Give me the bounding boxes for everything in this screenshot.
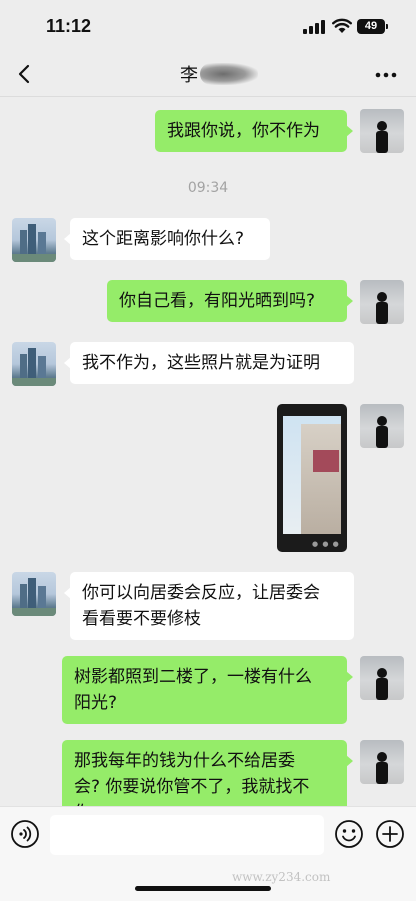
avatar-self[interactable] (360, 109, 404, 153)
buildings-image (12, 224, 56, 262)
avatar-contact[interactable] (12, 572, 56, 616)
contact-name: 李 (180, 65, 198, 86)
message-text-line: 那我每年的钱为什么不给居委 (74, 751, 295, 771)
battery-icon: 49 (357, 19, 388, 34)
photo-building (301, 424, 341, 534)
message-text: 我跟你说，你不作为 (167, 121, 320, 141)
blurred-name (200, 63, 258, 85)
status-bar: 11:12 49 (0, 0, 416, 52)
person-silhouette (376, 121, 388, 153)
chevron-left-icon[interactable] (14, 62, 36, 86)
emoji-icon[interactable] (334, 819, 364, 849)
message-bubble-self[interactable]: 我跟你说，你不作为 (155, 110, 353, 152)
voice-icon[interactable] (10, 819, 40, 849)
more-dots-icon[interactable] (375, 72, 397, 78)
message-text: 你自己看，有阳光晒到吗? (119, 291, 316, 311)
avatar-self[interactable] (360, 280, 404, 324)
person-silhouette (376, 668, 388, 700)
photo-clothes (313, 450, 339, 472)
status-time: 11:12 (46, 16, 92, 36)
chat-title: 李 (180, 62, 258, 86)
watermark: www.zy234.com (232, 870, 331, 884)
message-text-line: 树影都照到二楼了，一楼有什么 (74, 667, 312, 687)
message-bubble-contact[interactable]: 我不作为，这些照片就是为证明 (64, 342, 354, 384)
message-input[interactable] (50, 815, 324, 855)
message-text-line: 会? 你要说你管不了，我就找不 (74, 777, 310, 797)
message-text-line: 阳光? (74, 693, 118, 713)
person-silhouette (376, 752, 388, 784)
message-text: 我不作为，这些照片就是为证明 (82, 353, 320, 373)
cellular-signal-icon (303, 20, 325, 34)
message-text: 这个距离影响你什么? (82, 229, 245, 249)
buildings-image (12, 578, 56, 616)
home-indicator[interactable] (135, 886, 271, 891)
avatar-self[interactable] (360, 656, 404, 700)
message-text-line: 你可以向居委会反应，让居委会 (82, 583, 320, 603)
person-silhouette (376, 416, 388, 448)
message-bubble-contact[interactable]: 你可以向居委会反应，让居委会 看看要不要修枝 (64, 572, 354, 640)
chat-header: 李 (0, 52, 416, 97)
photo-message[interactable]: ● ● ● (277, 404, 347, 552)
avatar-contact[interactable] (12, 218, 56, 262)
avatar-self[interactable] (360, 404, 404, 448)
message-bubble-self[interactable]: 树影都照到二楼了，一楼有什么 阳光? (62, 656, 353, 724)
message-bubble-self[interactable]: 你自己看，有阳光晒到吗? (107, 280, 353, 322)
person-silhouette (376, 292, 388, 324)
wifi-icon (332, 18, 352, 33)
photo-content (283, 416, 341, 534)
avatar-self[interactable] (360, 740, 404, 784)
message-bubble-contact[interactable]: 这个距离影响你什么? (64, 218, 270, 260)
message-text-line: 看看要不要修枝 (82, 609, 201, 629)
photo-page-dots: ● ● ● (312, 540, 340, 548)
buildings-image (12, 348, 56, 386)
timestamp: 09:34 (187, 180, 229, 196)
avatar-contact[interactable] (12, 342, 56, 386)
plus-icon[interactable] (375, 819, 405, 849)
